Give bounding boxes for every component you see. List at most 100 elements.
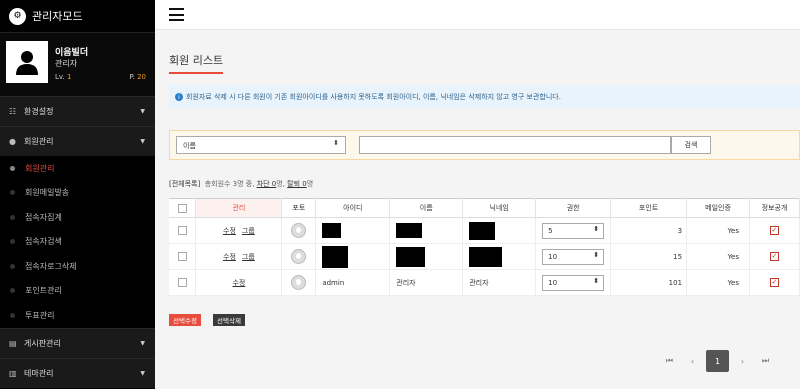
row-select-cell	[169, 243, 197, 270]
profile-role: 관리자	[55, 59, 78, 68]
manage-cell: 수정	[195, 269, 283, 296]
edit-link[interactable]: 수정	[223, 253, 236, 261]
bullet-icon	[10, 214, 15, 220]
level-select[interactable]: 10 ⬍	[542, 248, 605, 265]
open-info-checkbox[interactable]: ✓	[769, 278, 779, 287]
search-field-select[interactable]: 이름 ⬍	[176, 136, 346, 154]
select-arrows-icon: ⬍	[333, 139, 339, 147]
avatar[interactable]	[6, 41, 48, 83]
select-arrows-icon: ⬍	[593, 224, 600, 233]
sidebar-submenu: 회원관리 회원메일발송 접속자집계 접속자검색 접속자로그삭제 포인트관리 투표…	[0, 156, 155, 328]
sidebar-item-member-mail[interactable]: 회원메일발송	[0, 181, 155, 206]
point-value: 20	[137, 73, 146, 81]
edit-link[interactable]: 수정	[232, 279, 245, 287]
search-button[interactable]: 검색	[671, 136, 711, 154]
hamburger-menu-icon[interactable]	[169, 8, 184, 21]
level-cell: 5 ⬍	[535, 217, 612, 244]
prev-page-icon[interactable]: ‹	[681, 350, 704, 372]
sidebar-item-points[interactable]: 포인트관리	[0, 279, 155, 304]
sidebar-item-visit-stats[interactable]: 접속자집계	[0, 205, 155, 230]
mail-cert-cell: Yes	[686, 243, 750, 270]
member-table: 관리 포토 아이디 이름 닉네임 권한 포인트 메일인증 정보공개 수정 그룹 5…	[169, 198, 800, 296]
main-content: 회원 리스트 i 회원자료 삭제 시 다른 회원이 기존 회원아이디를 사용하지…	[155, 30, 800, 389]
topbar	[155, 0, 800, 30]
bullet-icon	[10, 190, 15, 196]
nickname-cell	[462, 217, 537, 244]
total-text: 총회원수 3명 중,	[204, 180, 255, 188]
manage-cell: 수정 그룹	[195, 243, 283, 270]
mail-cert-cell: Yes	[686, 217, 750, 244]
theme-icon: ▥	[9, 368, 17, 378]
all-list-link[interactable]: [전체목록]	[169, 180, 200, 188]
name-cell	[389, 243, 464, 270]
level-select[interactable]: 10 ⬍	[542, 274, 605, 291]
col-header-id: 아이디	[315, 198, 391, 218]
group-link[interactable]: 그룹	[242, 253, 255, 261]
sidebar-item-label: 접속자로그삭제	[25, 261, 77, 271]
id-cell	[315, 243, 391, 270]
sidebar-item-member-manage[interactable]: 회원관리	[0, 156, 155, 181]
level-select[interactable]: 5 ⬍	[542, 222, 605, 239]
edit-link[interactable]: 수정	[223, 227, 236, 235]
sidebar-item-label: 포인트관리	[25, 286, 62, 296]
sidebar-item-label: 회원메일발송	[25, 188, 70, 198]
delete-selected-button[interactable]: 선택삭제	[213, 314, 245, 326]
search-input[interactable]	[359, 136, 671, 154]
row-select-cell	[169, 217, 197, 244]
profile-name: 이음빌더	[55, 48, 89, 58]
member-summary: [전체목록] 총회원수 3명 중, 차단 0명, 탈퇴 0명	[169, 179, 313, 189]
level-value: 10	[548, 278, 558, 287]
row-checkbox[interactable]	[177, 252, 187, 261]
first-page-icon[interactable]: ⏮	[658, 350, 681, 372]
avatar-placeholder-icon	[291, 223, 307, 238]
sidebar: ⚙ 관리자모드 이음빌더 관리자 Lv. 1 P. 20 ☷ 환경설정 ▼ ● …	[0, 0, 155, 389]
level-label: Lv.	[55, 73, 65, 81]
select-arrows-icon: ⬍	[593, 250, 600, 259]
row-checkbox[interactable]	[177, 226, 187, 235]
level-cell: 10 ⬍	[535, 243, 612, 270]
redacted-block	[396, 246, 426, 267]
avatar-placeholder-icon	[291, 249, 307, 264]
sidebar-group-boards[interactable]: ▤ 게시판관리 ▼	[0, 327, 155, 358]
user-silhouette-icon	[16, 51, 38, 75]
sidebar-item-label: 투표관리	[25, 310, 55, 320]
blocked-link[interactable]: 차단 0	[257, 180, 277, 188]
bullet-icon	[10, 312, 15, 318]
col-header-level: 권한	[535, 198, 612, 218]
left-link[interactable]: 탈퇴 0	[287, 180, 307, 188]
select-all-checkbox[interactable]	[177, 203, 187, 213]
name-cell: 관리자	[389, 269, 464, 296]
brand[interactable]: ⚙ 관리자모드	[0, 0, 155, 32]
notice-text: 회원자료 삭제 시 다른 회원이 기존 회원아이디를 사용하지 못하도록 회원아…	[186, 93, 561, 101]
sidebar-group-settings[interactable]: ☷ 환경설정 ▼	[0, 96, 155, 126]
board-icon: ▤	[9, 338, 17, 348]
open-info-checkbox[interactable]: ✓	[769, 252, 779, 261]
redacted-block	[322, 223, 342, 238]
sidebar-group-theme[interactable]: ▥ 테마관리 ▼	[0, 357, 155, 388]
name-cell	[389, 217, 464, 244]
next-page-icon[interactable]: ›	[731, 350, 754, 372]
redacted-block	[322, 245, 349, 268]
sidebar-item-visit-log-delete[interactable]: 접속자로그삭제	[0, 254, 155, 279]
sidebar-group-members[interactable]: ● 회원관리 ▼	[0, 126, 155, 156]
group-link[interactable]: 그룹	[242, 227, 255, 235]
point-cell: 3	[610, 217, 688, 244]
search-field-value: 이름	[183, 142, 196, 150]
row-checkbox[interactable]	[177, 278, 187, 287]
photo-cell	[281, 269, 317, 296]
col-header-photo: 포토	[281, 198, 317, 218]
redacted-block	[396, 223, 423, 238]
edit-selected-button[interactable]: 선택수정	[169, 314, 201, 326]
pagination: ⏮ ‹ 1 › ⏭	[658, 350, 777, 372]
id-cell	[315, 217, 391, 244]
page-current[interactable]: 1	[706, 350, 729, 372]
open-info-checkbox[interactable]: ✓	[769, 226, 779, 235]
table-header-row: 관리 포토 아이디 이름 닉네임 권한 포인트 메일인증 정보공개	[169, 198, 800, 218]
level-value: 5	[548, 226, 553, 235]
select-arrows-icon: ⬍	[593, 276, 600, 285]
page-title: 회원 리스트	[169, 52, 224, 74]
sidebar-item-visit-search[interactable]: 접속자검색	[0, 230, 155, 255]
last-page-icon[interactable]: ⏭	[754, 350, 777, 372]
info-icon: i	[175, 93, 183, 101]
sidebar-item-poll[interactable]: 투표관리	[0, 303, 155, 328]
